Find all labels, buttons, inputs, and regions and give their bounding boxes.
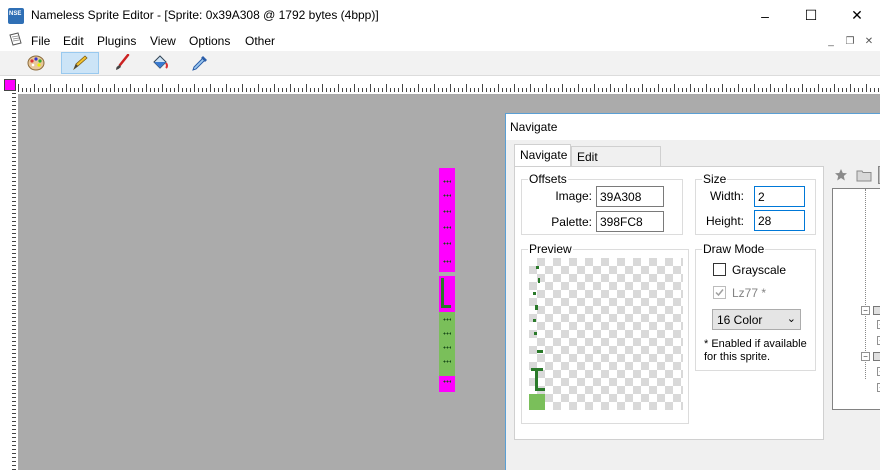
- width-input[interactable]: [754, 186, 805, 207]
- document-icon[interactable]: [7, 32, 24, 48]
- title-bar: NSE Nameless Sprite Editor - [Sprite: 0x…: [0, 0, 880, 31]
- sprite-pixels: [443, 180, 451, 183]
- tree-collapse-toggle[interactable]: −: [861, 306, 870, 315]
- image-offset-input[interactable]: [596, 186, 664, 207]
- menu-edit[interactable]: Edit: [63, 34, 84, 48]
- color-mode-value: 16 Color: [717, 313, 763, 327]
- folder-icon[interactable]: [856, 168, 872, 182]
- tree-connector: [865, 189, 866, 379]
- fill-bucket-icon: [153, 55, 168, 69]
- sprite-pixels: [443, 318, 451, 321]
- close-button[interactable]: ✕: [834, 0, 880, 31]
- brush-tool-button[interactable]: [103, 52, 141, 74]
- navigate-tabs: Navigate Edit BookMarks Offsets Image: P…: [514, 144, 824, 440]
- fill-tool-button[interactable]: [141, 52, 179, 74]
- window-title: Nameless Sprite Editor - [Sprite: 0x39A3…: [31, 8, 379, 22]
- sprite-pixels: [443, 210, 451, 213]
- draw-mode-group: Draw Mode Grayscale Lz77 * 16 Color ⌄ * …: [695, 242, 816, 371]
- sprite-pixels: [443, 380, 451, 383]
- sprite-pixels: [443, 360, 451, 363]
- sprite-pixels: [443, 346, 451, 349]
- sprite-pixels: [443, 332, 451, 335]
- app-icon-text: NSE: [9, 11, 22, 17]
- sprite-tile-green: [439, 312, 455, 376]
- grayscale-label: Grayscale: [732, 263, 787, 277]
- pencil-icon: [73, 55, 88, 71]
- bookmark-tree[interactable]: − − − − − −: [832, 188, 880, 410]
- color-mode-select[interactable]: 16 Color ⌄: [712, 309, 801, 330]
- palette-tool-button[interactable]: [17, 52, 55, 74]
- menu-options[interactable]: Options: [189, 34, 230, 48]
- image-offset-label: Image:: [555, 189, 592, 203]
- sprite-tile-magenta: [439, 376, 455, 392]
- eyedropper-tool-button[interactable]: [181, 52, 219, 74]
- width-label: Width:: [709, 189, 744, 203]
- horizontal-ruler: [18, 80, 880, 92]
- tree-collapse-toggle[interactable]: −: [861, 352, 870, 361]
- grayscale-checkbox[interactable]: [713, 263, 726, 276]
- eyedropper-icon: [192, 56, 207, 71]
- palette-offset-input[interactable]: [596, 211, 664, 232]
- lz77-label: Lz77 *: [732, 286, 767, 300]
- tab-edit-bookmarks[interactable]: Edit BookMarks: [571, 146, 661, 178]
- check-icon: [715, 289, 724, 297]
- lz77-checkbox[interactable]: [713, 286, 726, 299]
- preview-image: [529, 258, 683, 410]
- tree-folder-icon: [873, 352, 880, 361]
- preview-sprite-strip: [529, 266, 545, 410]
- sprite-pixels: [443, 260, 451, 263]
- sprite-pixels: [443, 242, 451, 245]
- ruler-color-swatch[interactable]: [4, 79, 16, 91]
- toolbar: [0, 51, 880, 76]
- palette-icon: [27, 55, 45, 71]
- menu-plugins[interactable]: Plugins: [97, 34, 136, 48]
- app-icon[interactable]: NSE: [8, 8, 24, 24]
- maximize-button[interactable]: ☐: [788, 0, 834, 31]
- navigate-title-bar[interactable]: Navigate: [506, 114, 880, 140]
- sprite-pixels: [443, 194, 451, 197]
- draw-mode-group-label: Draw Mode: [702, 242, 766, 256]
- sprite-hook-shape: [441, 278, 451, 308]
- menu-file[interactable]: File: [31, 34, 50, 48]
- navigate-title: Navigate: [510, 120, 558, 134]
- navigate-tab-panel: Offsets Image: Palette: Size Width: Heig…: [514, 166, 824, 440]
- star-icon[interactable]: [834, 168, 848, 182]
- draw-mode-note: * Enabled if available for this sprite.: [704, 338, 807, 363]
- brush-icon: [116, 54, 130, 70]
- size-group: Size Width: Height:: [695, 172, 816, 235]
- navigate-window: Navigate Navigate Edit BookMarks Offsets…: [505, 113, 880, 470]
- pencil-tool-button[interactable]: [61, 52, 99, 74]
- menu-view[interactable]: View: [150, 34, 176, 48]
- chevron-down-icon: ⌄: [786, 313, 796, 325]
- tree-folder-icon: [873, 306, 880, 315]
- preview-group: Preview: [521, 242, 689, 424]
- vertical-ruler: [4, 93, 16, 470]
- mdi-close-button[interactable]: ✕: [862, 36, 876, 48]
- mdi-minimize-button[interactable]: _: [824, 36, 838, 48]
- sprite-pixels: [443, 226, 451, 229]
- sprite-image[interactable]: [439, 168, 455, 392]
- minimize-button[interactable]: –: [742, 0, 788, 31]
- sprite-tile-magenta: [439, 168, 455, 272]
- height-input[interactable]: [754, 210, 805, 231]
- height-label: Height:: [705, 214, 744, 228]
- menu-other[interactable]: Other: [245, 34, 275, 48]
- menu-bar: File Edit Plugins View Options Other _ ❐…: [0, 31, 880, 51]
- mdi-restore-button[interactable]: ❐: [843, 36, 857, 48]
- palette-offset-label: Palette:: [551, 215, 592, 229]
- preview-group-label: Preview: [528, 242, 573, 256]
- size-group-label: Size: [702, 172, 728, 186]
- tab-navigate[interactable]: Navigate: [514, 144, 571, 166]
- offsets-group-label: Offsets: [528, 172, 568, 186]
- offsets-group: Offsets Image: Palette:: [521, 172, 683, 235]
